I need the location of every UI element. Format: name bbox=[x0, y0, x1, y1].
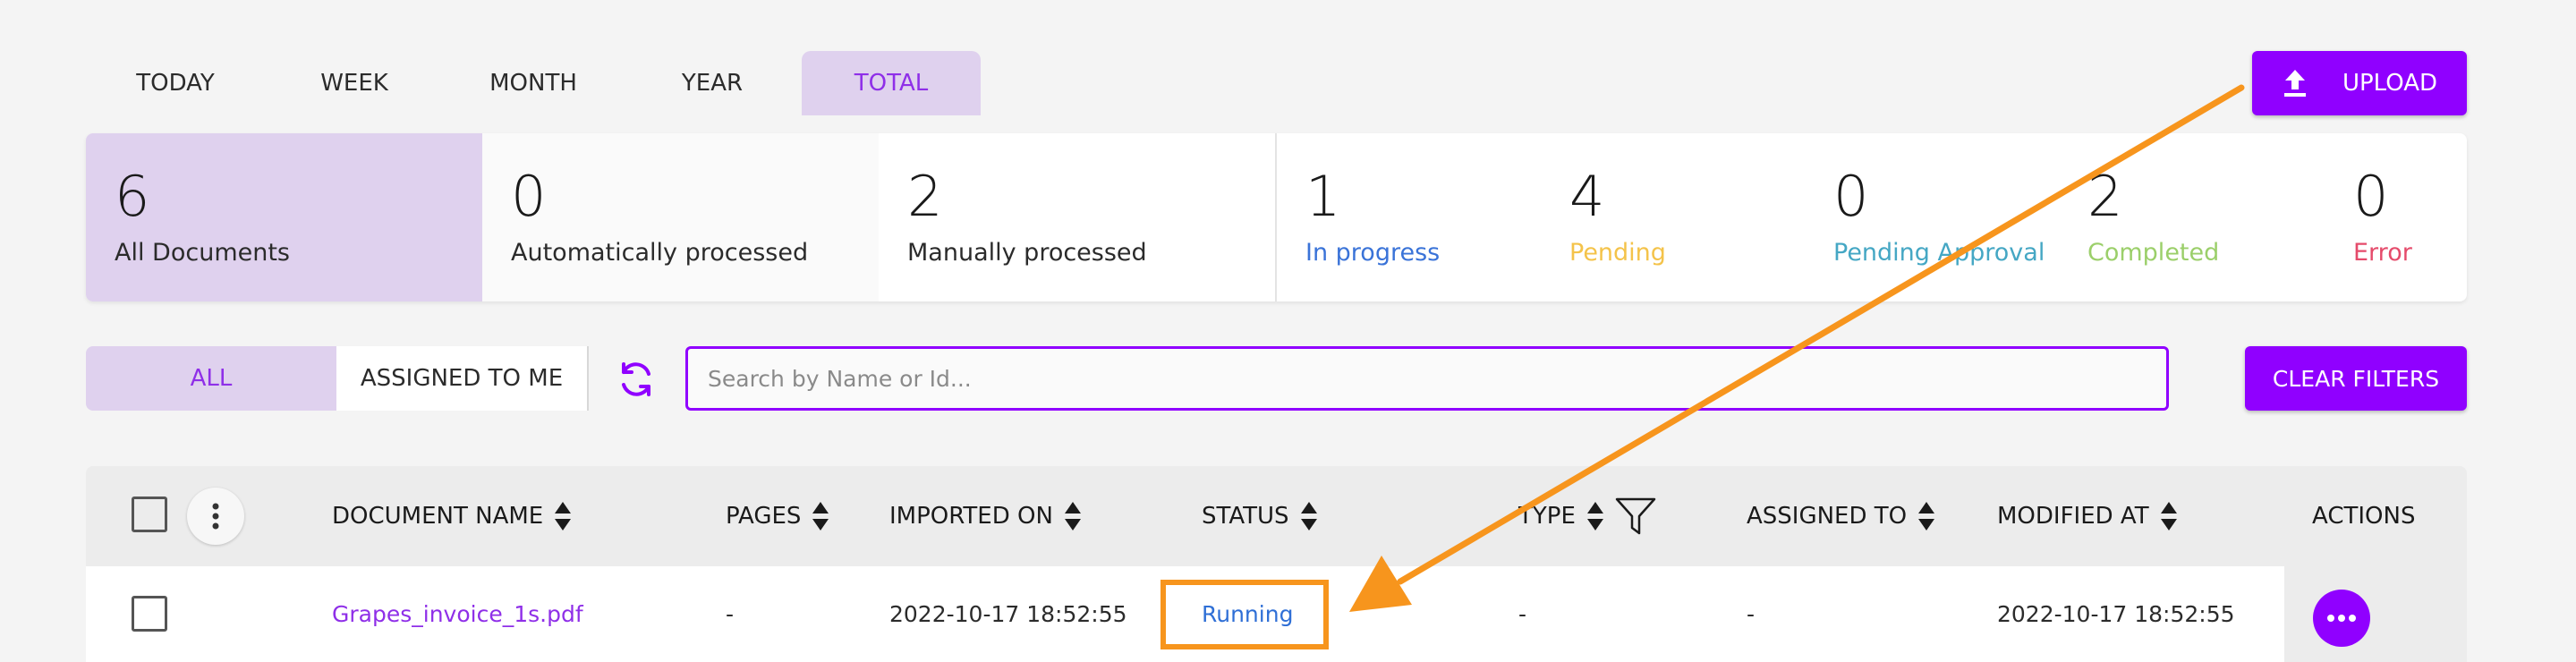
annotation-arrow bbox=[1349, 84, 2245, 612]
